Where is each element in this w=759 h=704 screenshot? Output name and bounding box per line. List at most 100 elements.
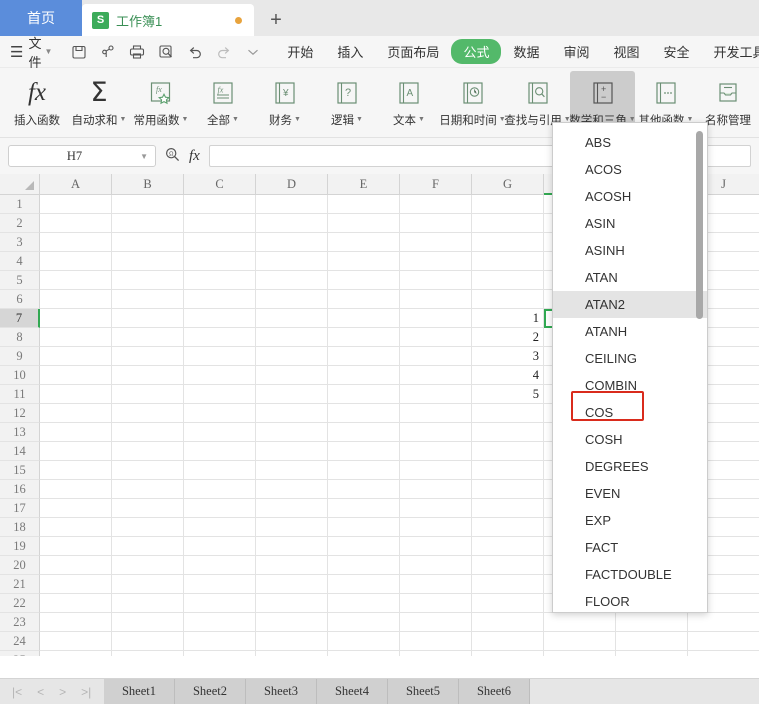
cell-A25[interactable]: [40, 651, 112, 656]
column-header-g[interactable]: G: [472, 174, 544, 195]
cell-G19[interactable]: [472, 537, 544, 556]
cell-J24[interactable]: [688, 632, 759, 651]
cell-C14[interactable]: [184, 442, 256, 461]
cell-F12[interactable]: [400, 404, 472, 423]
cell-A3[interactable]: [40, 233, 112, 252]
row-header-8[interactable]: 8: [0, 328, 40, 347]
column-header-f[interactable]: F: [400, 174, 472, 195]
menu-icon[interactable]: ☰: [10, 43, 23, 61]
cell-A15[interactable]: [40, 461, 112, 480]
cell-D8[interactable]: [256, 328, 328, 347]
cell-D22[interactable]: [256, 594, 328, 613]
cell-E17[interactable]: [328, 499, 400, 518]
ribbon-tab-developer[interactable]: 开发工具: [702, 39, 759, 64]
cell-B4[interactable]: [112, 252, 184, 271]
dropdown-item-acosh[interactable]: ACOSH: [553, 183, 707, 210]
row-header-16[interactable]: 16: [0, 480, 40, 499]
cell-H24[interactable]: [544, 632, 616, 651]
cell-B15[interactable]: [112, 461, 184, 480]
dropdown-item-factdouble[interactable]: FACTDOUBLE: [553, 561, 707, 588]
row-header-11[interactable]: 11: [0, 385, 40, 404]
row-header-14[interactable]: 14: [0, 442, 40, 461]
dropdown-item-atan2[interactable]: ATAN2: [553, 291, 707, 318]
cell-A16[interactable]: [40, 480, 112, 499]
cell-B16[interactable]: [112, 480, 184, 499]
cell-D3[interactable]: [256, 233, 328, 252]
cell-G25[interactable]: [472, 651, 544, 656]
cell-A11[interactable]: [40, 385, 112, 404]
cell-B20[interactable]: [112, 556, 184, 575]
cell-B9[interactable]: [112, 347, 184, 366]
row-header-4[interactable]: 4: [0, 252, 40, 271]
cell-F11[interactable]: [400, 385, 472, 404]
cell-G22[interactable]: [472, 594, 544, 613]
cell-F19[interactable]: [400, 537, 472, 556]
cell-F10[interactable]: [400, 366, 472, 385]
cell-F14[interactable]: [400, 442, 472, 461]
cell-B5[interactable]: [112, 271, 184, 290]
cell-D5[interactable]: [256, 271, 328, 290]
cell-C12[interactable]: [184, 404, 256, 423]
last-sheet-button[interactable]: >|: [81, 685, 91, 699]
cell-B23[interactable]: [112, 613, 184, 632]
cell-B6[interactable]: [112, 290, 184, 309]
cell-D13[interactable]: [256, 423, 328, 442]
ribbon-tab-formulas[interactable]: 公式: [451, 39, 502, 64]
cell-E9[interactable]: [328, 347, 400, 366]
dropdown-item-exp[interactable]: EXP: [553, 507, 707, 534]
print-preview-icon[interactable]: [157, 43, 174, 60]
cell-D7[interactable]: [256, 309, 328, 328]
cell-D23[interactable]: [256, 613, 328, 632]
cell-G15[interactable]: [472, 461, 544, 480]
cell-E3[interactable]: [328, 233, 400, 252]
cell-A6[interactable]: [40, 290, 112, 309]
cell-D24[interactable]: [256, 632, 328, 651]
cell-G1[interactable]: [472, 195, 544, 214]
cell-E22[interactable]: [328, 594, 400, 613]
column-header-e[interactable]: E: [328, 174, 400, 195]
cell-C9[interactable]: [184, 347, 256, 366]
cell-C16[interactable]: [184, 480, 256, 499]
cell-G11[interactable]: 5: [472, 385, 544, 404]
cell-E19[interactable]: [328, 537, 400, 556]
cell-A9[interactable]: [40, 347, 112, 366]
sheet-tab-sheet5[interactable]: Sheet5: [388, 678, 459, 704]
cell-F15[interactable]: [400, 461, 472, 480]
row-header-5[interactable]: 5: [0, 271, 40, 290]
dropdown-item-cosh[interactable]: COSH: [553, 426, 707, 453]
cell-D16[interactable]: [256, 480, 328, 499]
cell-F6[interactable]: [400, 290, 472, 309]
cell-D1[interactable]: [256, 195, 328, 214]
sheet-tab-sheet4[interactable]: Sheet4: [317, 678, 388, 704]
cell-G24[interactable]: [472, 632, 544, 651]
cell-F17[interactable]: [400, 499, 472, 518]
cell-G3[interactable]: [472, 233, 544, 252]
cell-A22[interactable]: [40, 594, 112, 613]
first-sheet-button[interactable]: |<: [12, 685, 22, 699]
cell-H23[interactable]: [544, 613, 616, 632]
cell-F22[interactable]: [400, 594, 472, 613]
cell-E12[interactable]: [328, 404, 400, 423]
cell-J23[interactable]: [688, 613, 759, 632]
autosum-button[interactable]: Σ 自动求和 ▼: [68, 71, 130, 135]
cell-G17[interactable]: [472, 499, 544, 518]
workbook-tab[interactable]: S 工作簿1: [82, 4, 254, 36]
row-header-19[interactable]: 19: [0, 537, 40, 556]
cell-A17[interactable]: [40, 499, 112, 518]
dropdown-item-ceiling[interactable]: CEILING: [553, 345, 707, 372]
save-icon[interactable]: [70, 43, 87, 60]
dropdown-item-even[interactable]: EVEN: [553, 480, 707, 507]
cell-E8[interactable]: [328, 328, 400, 347]
row-header-18[interactable]: 18: [0, 518, 40, 537]
cell-D25[interactable]: [256, 651, 328, 656]
cell-A2[interactable]: [40, 214, 112, 233]
cell-D2[interactable]: [256, 214, 328, 233]
cell-B11[interactable]: [112, 385, 184, 404]
dropdown-item-atanh[interactable]: ATANH: [553, 318, 707, 345]
cell-G21[interactable]: [472, 575, 544, 594]
row-header-10[interactable]: 10: [0, 366, 40, 385]
cell-B24[interactable]: [112, 632, 184, 651]
cell-C23[interactable]: [184, 613, 256, 632]
column-header-c[interactable]: C: [184, 174, 256, 195]
cell-C22[interactable]: [184, 594, 256, 613]
